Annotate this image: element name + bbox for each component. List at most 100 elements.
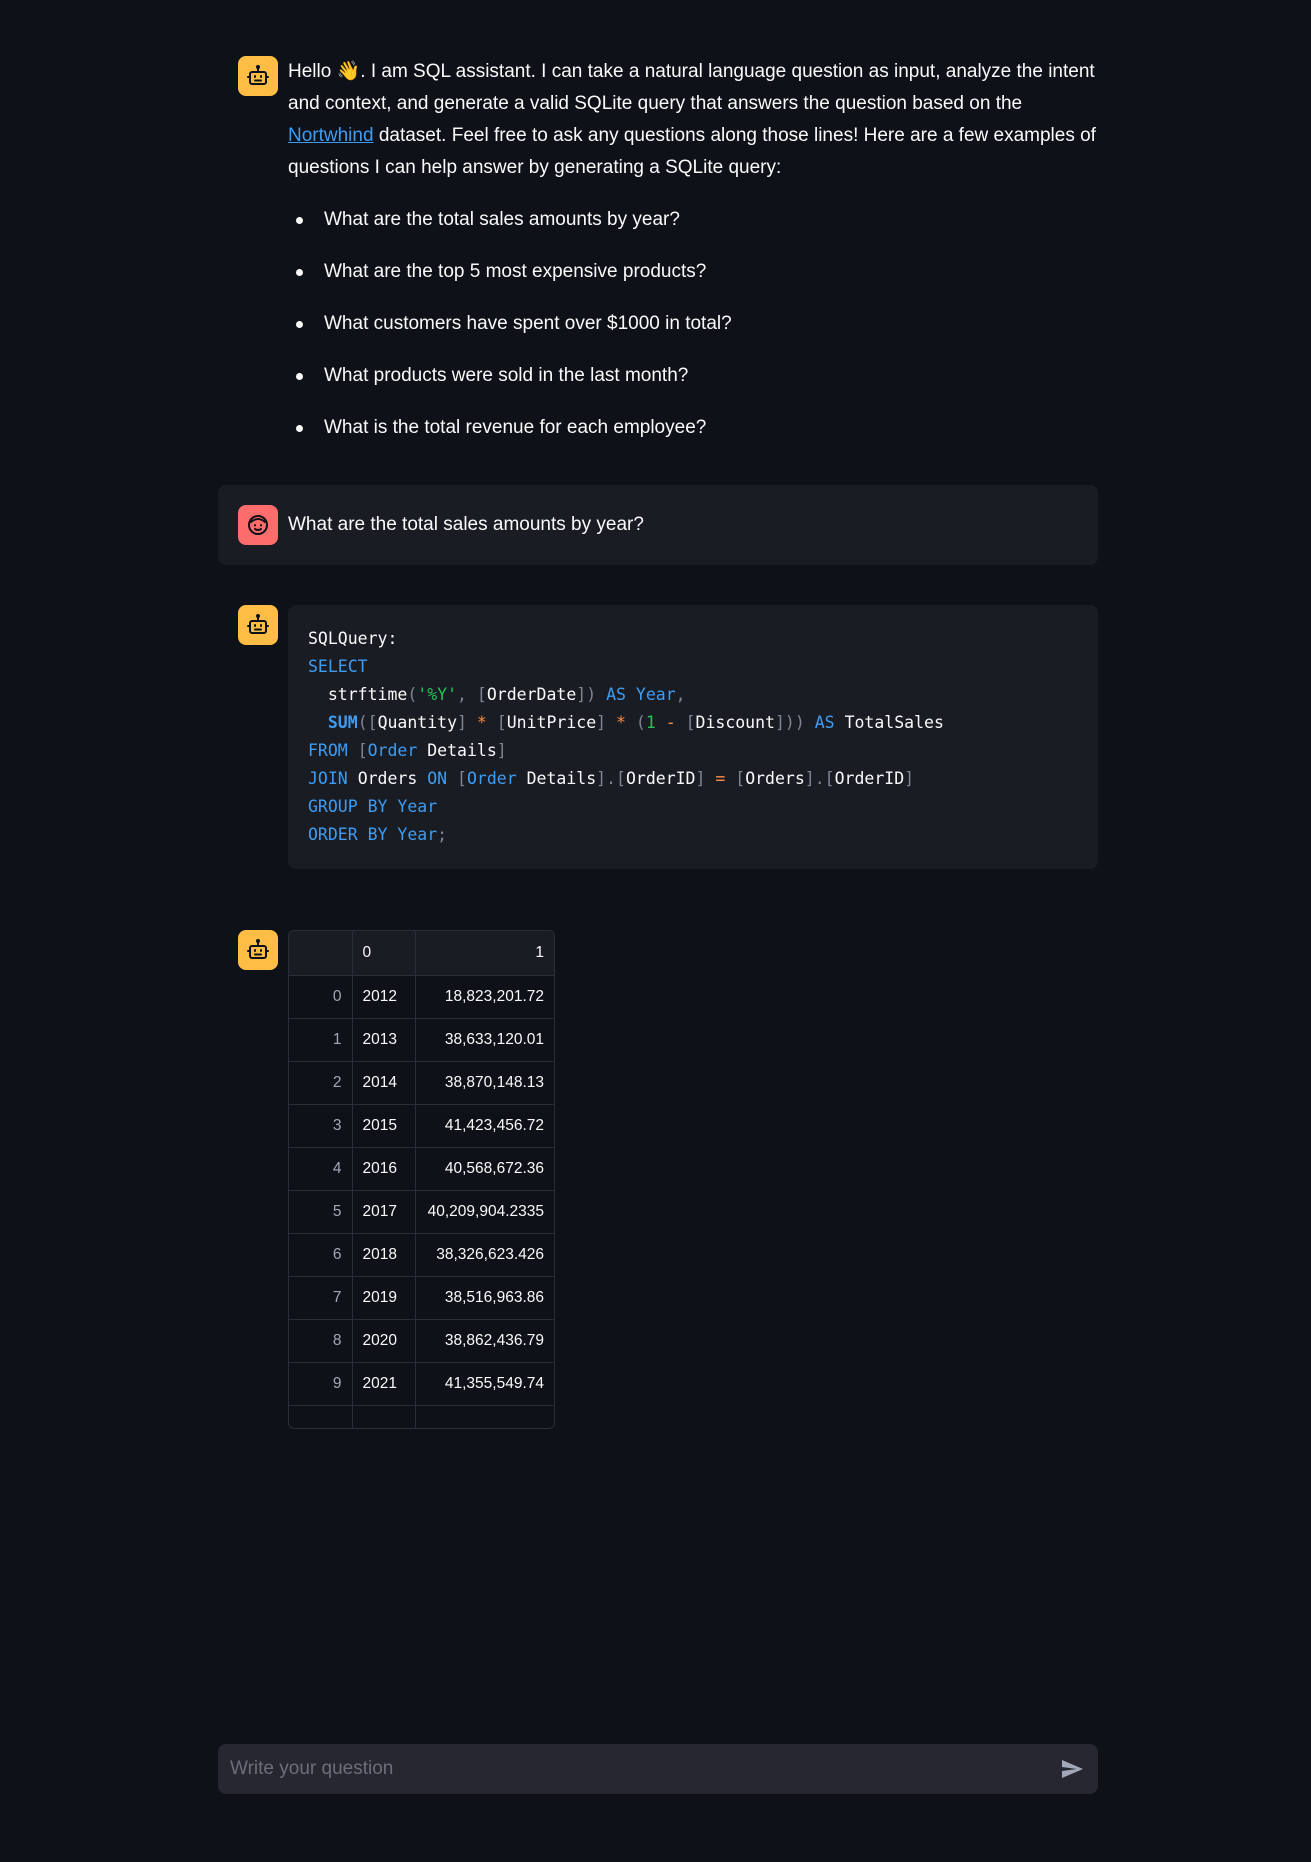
send-button[interactable] [1056,1753,1088,1785]
table-cell[interactable]: 38,516,963.86 [415,1276,554,1320]
sql-keyword: SELECT [308,657,368,676]
send-arrow-icon [1062,1760,1083,1778]
table-row: 5 2017 40,209,904.2335 [289,1190,554,1234]
sql-number: 1 [645,713,656,732]
example-question: What are the total sales amounts by year… [288,204,1098,256]
table-cell[interactable]: 40,209,904.2335 [415,1190,554,1234]
table-cell[interactable]: 2018 [352,1233,416,1277]
table-cell[interactable]: 41,423,456.72 [415,1104,554,1148]
robot-face-icon [238,605,278,645]
column-header[interactable]: 0 [352,931,416,976]
sql-code-block: SQLQuery: SELECT strftime('%Y', [OrderDa… [288,605,1098,869]
column-header[interactable]: 1 [415,931,554,976]
table-cell[interactable]: 18,823,201.72 [415,975,554,1019]
table-cell[interactable]: 38,862,436.79 [415,1319,554,1363]
sql-keyword: GROUP BY [308,797,388,816]
sql-identifier: TotalSales [844,713,944,732]
sql-keyword: Order [367,741,418,760]
sql-identifier: OrderDate [486,685,577,704]
user-message: What are the total sales amounts by year… [218,485,1098,565]
northwind-link[interactable]: Nortwhind [288,125,374,146]
chat-input-container [218,1744,1098,1794]
example-question: What are the top 5 most expensive produc… [288,256,1098,308]
row-index-cell[interactable]: 5 [289,1190,353,1234]
row-index-cell[interactable]: 7 [289,1276,353,1320]
intro-text-part1: . I am SQL assistant. I can take a natur… [288,61,1095,114]
sql-identifier: Orders [745,769,805,788]
sql-keyword: Order [466,769,517,788]
example-question: What is the total revenue for each emplo… [288,412,1098,464]
table-row: 7 2019 38,516,963.86 [289,1276,554,1320]
sql-string: '%Y' [417,685,458,704]
table-cell[interactable]: 2017 [352,1190,416,1234]
table-row: 6 2018 38,326,623.426 [289,1233,554,1277]
table-cell[interactable]: 2019 [352,1276,416,1320]
robot-face-icon [238,930,278,970]
row-index-cell[interactable]: 8 [289,1319,353,1363]
table-cell[interactable]: 2021 [352,1362,416,1406]
table-cell[interactable]: 2015 [352,1104,416,1148]
sql-keyword: Year [397,797,438,816]
table-cell[interactable] [415,1405,554,1428]
intro-paragraph: Hello 👋. I am SQL assistant. I can take … [288,56,1098,184]
assistant-message-intro: Hello 👋. I am SQL assistant. I can take … [238,56,1098,464]
wave-emoji-icon: 👋 [336,61,361,82]
table-cell[interactable] [352,1405,416,1428]
table-cell[interactable]: 2012 [352,975,416,1019]
table-cell[interactable]: 40,568,672.36 [415,1147,554,1191]
table-row: 1 2013 38,633,120.01 [289,1018,554,1062]
question-input[interactable] [218,1744,1038,1794]
row-index-cell[interactable] [289,1405,353,1428]
table-cell[interactable]: 2013 [352,1018,416,1062]
sql-function: strftime [327,685,408,704]
row-index-cell[interactable]: 0 [289,975,353,1019]
example-question: What customers have spent over $1000 in … [288,308,1098,360]
assistant-message-sql: SQLQuery: SELECT strftime('%Y', [OrderDa… [238,605,1098,869]
table-cell[interactable]: 38,326,623.426 [415,1233,554,1277]
chat-page: Hello 👋. I am SQL assistant. I can take … [0,0,1311,1862]
example-question: What products were sold in the last mont… [288,360,1098,412]
greeting-text: Hello [288,61,332,82]
user-message-text: What are the total sales amounts by year… [288,514,644,535]
table-cell[interactable]: 38,633,120.01 [415,1018,554,1062]
table-row: 0 2012 18,823,201.72 [289,975,554,1019]
row-index-cell[interactable]: 3 [289,1104,353,1148]
row-index-cell[interactable]: 2 [289,1061,353,1105]
sql-keyword: Year [397,825,438,844]
table-row: 9 2021 41,355,549.74 [289,1362,554,1406]
table-cell[interactable]: 41,355,549.74 [415,1362,554,1406]
sql-function: SUM [327,713,358,732]
sql-identifier: Details [427,741,497,760]
table-cell[interactable]: 2016 [352,1147,416,1191]
table-row: 2 2014 38,870,148.13 [289,1061,554,1105]
sql-identifier: Details [526,769,597,788]
sql-keyword: FROM [308,741,348,760]
table-cell[interactable]: 38,870,148.13 [415,1061,554,1105]
sql-identifier: Quantity [377,713,458,732]
assistant-message-body: Hello 👋. I am SQL assistant. I can take … [288,56,1098,464]
row-index-cell[interactable]: 9 [289,1362,353,1406]
table-row: 4 2016 40,568,672.36 [289,1147,554,1191]
assistant-message-body: SQLQuery: SELECT strftime('%Y', [OrderDa… [288,605,1098,869]
sql-keyword: Year [635,685,676,704]
sql-keyword: AS [814,713,835,732]
results-dataframe[interactable]: 0 1 0 2012 18,823,201.72 1 2013 38,633,1… [288,930,555,1429]
sql-identifier: OrderID [834,769,905,788]
table-cell[interactable]: 2020 [352,1319,416,1363]
row-index-cell[interactable]: 6 [289,1233,353,1277]
table-row-partial [289,1405,554,1428]
sql-identifier: Discount [695,713,775,732]
example-questions-list: What are the total sales amounts by year… [288,204,1098,464]
table-header-row: 0 1 [289,931,554,976]
index-column-header[interactable] [289,931,353,976]
table-cell[interactable]: 2014 [352,1061,416,1105]
smiley-face-icon [238,505,278,545]
assistant-message-body: 0 1 0 2012 18,823,201.72 1 2013 38,633,1… [288,930,1098,1429]
results-table: 0 1 0 2012 18,823,201.72 1 2013 38,633,1… [289,931,554,1428]
row-index-cell[interactable]: 1 [289,1018,353,1062]
row-index-cell[interactable]: 4 [289,1147,353,1191]
sql-identifier: Orders [357,769,418,788]
table-row: 8 2020 38,862,436.79 [289,1319,554,1363]
sql-keyword: JOIN [308,769,348,788]
sql-identifier: UnitPrice [506,713,597,732]
